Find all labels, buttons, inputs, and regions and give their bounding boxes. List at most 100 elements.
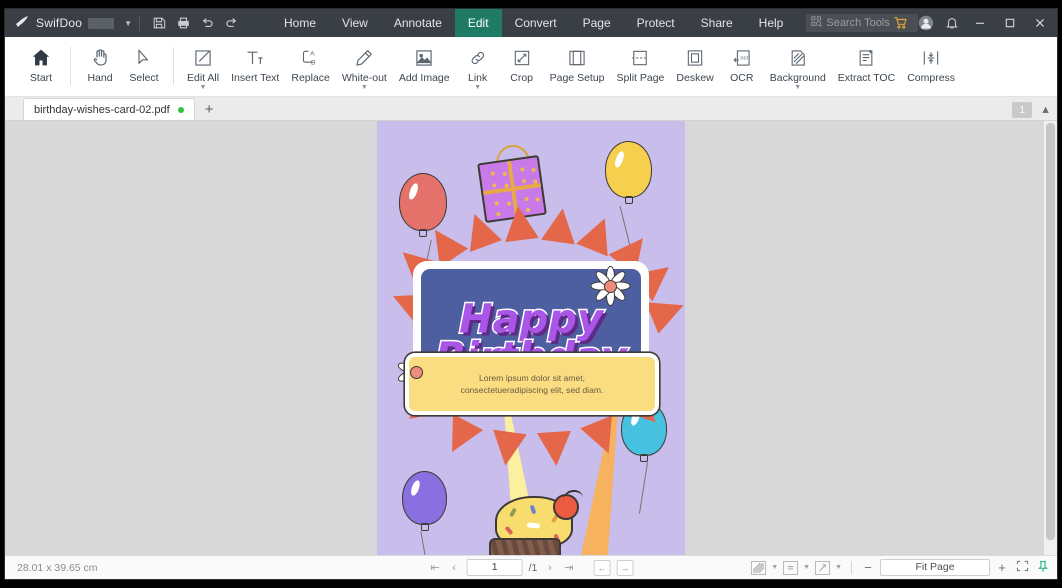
brand-dropdown-caret-icon[interactable]: ▼ <box>124 19 132 28</box>
tool-split-page[interactable]: Split Page <box>611 37 671 84</box>
cupcake-graphic <box>489 488 584 555</box>
chevron-down-icon[interactable]: ▼ <box>794 84 801 91</box>
single-page-icon[interactable] <box>783 560 799 575</box>
tool-label: Edit All <box>187 72 220 84</box>
tool-edit-all[interactable]: Edit All ▼ <box>181 37 225 91</box>
card-title-line1: Happy <box>458 296 605 343</box>
tool-insert-text[interactable]: Insert Text <box>225 37 285 84</box>
menu-item-share[interactable]: Share <box>688 9 746 37</box>
tool-label: Replace <box>291 72 330 84</box>
svg-text:ocr: ocr <box>740 56 748 62</box>
pin-icon[interactable] <box>1036 560 1049 576</box>
save-icon[interactable] <box>147 11 171 35</box>
page-pattern-icon[interactable] <box>751 560 767 575</box>
page-count-badge[interactable]: 1 <box>1012 102 1033 118</box>
menu-item-annotate[interactable]: Annotate <box>381 9 455 37</box>
page-dimensions-label: 28.01 x 39.65 cm <box>17 561 98 574</box>
tool-page-setup[interactable]: Page Setup <box>544 37 611 84</box>
ribbon-divider <box>173 47 174 85</box>
replace-icon: AB <box>301 42 321 68</box>
tool-white-out[interactable]: White-out ▼ <box>336 37 393 91</box>
card-message-box[interactable]: Lorem ipsum dolor sit amet, consectetuer… <box>405 353 659 415</box>
ribbon-divider <box>70 47 71 85</box>
page-fit-mode-icon[interactable] <box>815 560 831 575</box>
first-page-icon[interactable]: ⇤ <box>429 561 442 574</box>
chevron-down-icon[interactable]: ▼ <box>361 84 368 91</box>
zoom-level-input[interactable]: Fit Page <box>880 559 990 576</box>
previous-page-icon[interactable]: ‹ <box>448 562 461 574</box>
tool-ocr[interactable]: ocr OCR <box>720 37 764 84</box>
redacted-edition-label <box>88 17 115 29</box>
document-tab[interactable]: birthday-wishes-card-02.pdf <box>23 98 195 120</box>
balloon-red <box>399 173 447 237</box>
cart-icon[interactable] <box>887 9 913 37</box>
zoom-out-icon[interactable]: − <box>861 560 875 575</box>
new-tab-button[interactable]: + <box>205 101 214 120</box>
app-brand[interactable]: SwifDoo ▼ <box>5 15 132 31</box>
last-page-icon[interactable]: ⇥ <box>562 561 575 574</box>
viewer-scrollbar[interactable] <box>1044 121 1057 555</box>
chevron-down-icon[interactable]: ▼ <box>835 564 842 571</box>
account-icon[interactable] <box>913 9 939 37</box>
pdf-page-1[interactable]: Happy Birthday <box>377 121 685 555</box>
tool-label: White-out <box>341 72 387 84</box>
bell-icon[interactable] <box>939 9 965 37</box>
viewer-scrollbar-thumb[interactable] <box>1046 123 1055 540</box>
next-page-icon[interactable]: › <box>543 562 556 574</box>
edit-ribbon-toolbar: Start Hand Select Edit All ▼ Insert Text… <box>5 37 1057 97</box>
menu-item-edit[interactable]: Edit <box>454 9 502 37</box>
tool-compress[interactable]: Compress <box>901 37 961 84</box>
status-bar: 28.01 x 39.65 cm ⇤ ‹ 1 /1 › ⇥ ← → ▼ ▼ ▼ <box>5 555 1057 579</box>
svg-text:A: A <box>310 51 315 58</box>
link-icon <box>468 42 488 68</box>
chevron-down-icon[interactable]: ▼ <box>200 84 207 91</box>
crop-icon <box>512 42 532 68</box>
extract-toc-icon <box>856 42 876 68</box>
tool-label: Select <box>129 72 159 84</box>
tool-label: Hand <box>87 72 113 84</box>
tool-label: Insert Text <box>231 72 280 84</box>
print-icon[interactable] <box>171 11 195 35</box>
view-and-zoom-controls: ▼ ▼ ▼ − Fit Page + <box>751 559 1049 576</box>
go-forward-icon[interactable]: → <box>616 559 634 576</box>
close-icon[interactable] <box>1025 9 1055 37</box>
tool-select[interactable]: Select <box>122 37 166 84</box>
menu-item-home[interactable]: Home <box>271 9 329 37</box>
chevron-down-icon[interactable]: ▼ <box>803 564 810 571</box>
menu-item-view[interactable]: View <box>329 9 381 37</box>
menu-item-protect[interactable]: Protect <box>624 9 688 37</box>
zoom-in-icon[interactable]: + <box>995 560 1009 575</box>
redo-icon[interactable] <box>219 11 243 35</box>
tool-background[interactable]: Background ▼ <box>764 37 832 91</box>
tool-label: Compress <box>907 72 956 84</box>
search-tools-icon <box>811 16 823 30</box>
tool-label: Extract TOC <box>837 72 896 84</box>
edit-all-icon <box>193 42 213 68</box>
page-number-input[interactable]: 1 <box>466 559 523 576</box>
go-back-icon[interactable]: ← <box>593 559 611 576</box>
chevron-up-icon[interactable]: ▲ <box>1040 104 1051 116</box>
pdf-viewer[interactable]: Happy Birthday <box>5 121 1057 555</box>
add-image-icon <box>414 42 434 68</box>
tool-hand[interactable]: Hand <box>78 37 122 84</box>
tool-replace[interactable]: AB Replace <box>285 37 336 85</box>
chevron-down-icon[interactable]: ▼ <box>474 84 481 91</box>
menu-item-help[interactable]: Help <box>746 9 797 37</box>
tool-extract-toc[interactable]: Extract TOC <box>832 37 901 84</box>
undo-icon[interactable] <box>195 11 219 35</box>
menu-item-page[interactable]: Page <box>570 9 624 37</box>
menu-item-convert[interactable]: Convert <box>502 9 570 37</box>
tool-deskew[interactable]: Deskew <box>670 37 719 84</box>
tool-crop[interactable]: Crop <box>500 37 544 84</box>
title-bar: SwifDoo ▼ Home View Annotate Edit Conver… <box>5 9 1057 37</box>
tool-label: Link <box>467 72 488 84</box>
tool-link[interactable]: Link ▼ <box>456 37 500 91</box>
tool-start[interactable]: Start <box>19 37 63 84</box>
fullscreen-icon[interactable] <box>1014 560 1031 575</box>
tool-add-image[interactable]: Add Image <box>393 37 456 84</box>
minimize-icon[interactable] <box>965 9 995 37</box>
chevron-down-icon[interactable]: ▼ <box>771 564 778 571</box>
page-navigation: ⇤ ‹ 1 /1 › ⇥ ← → <box>429 559 634 576</box>
tool-label: Deskew <box>676 72 714 84</box>
maximize-icon[interactable] <box>995 9 1025 37</box>
